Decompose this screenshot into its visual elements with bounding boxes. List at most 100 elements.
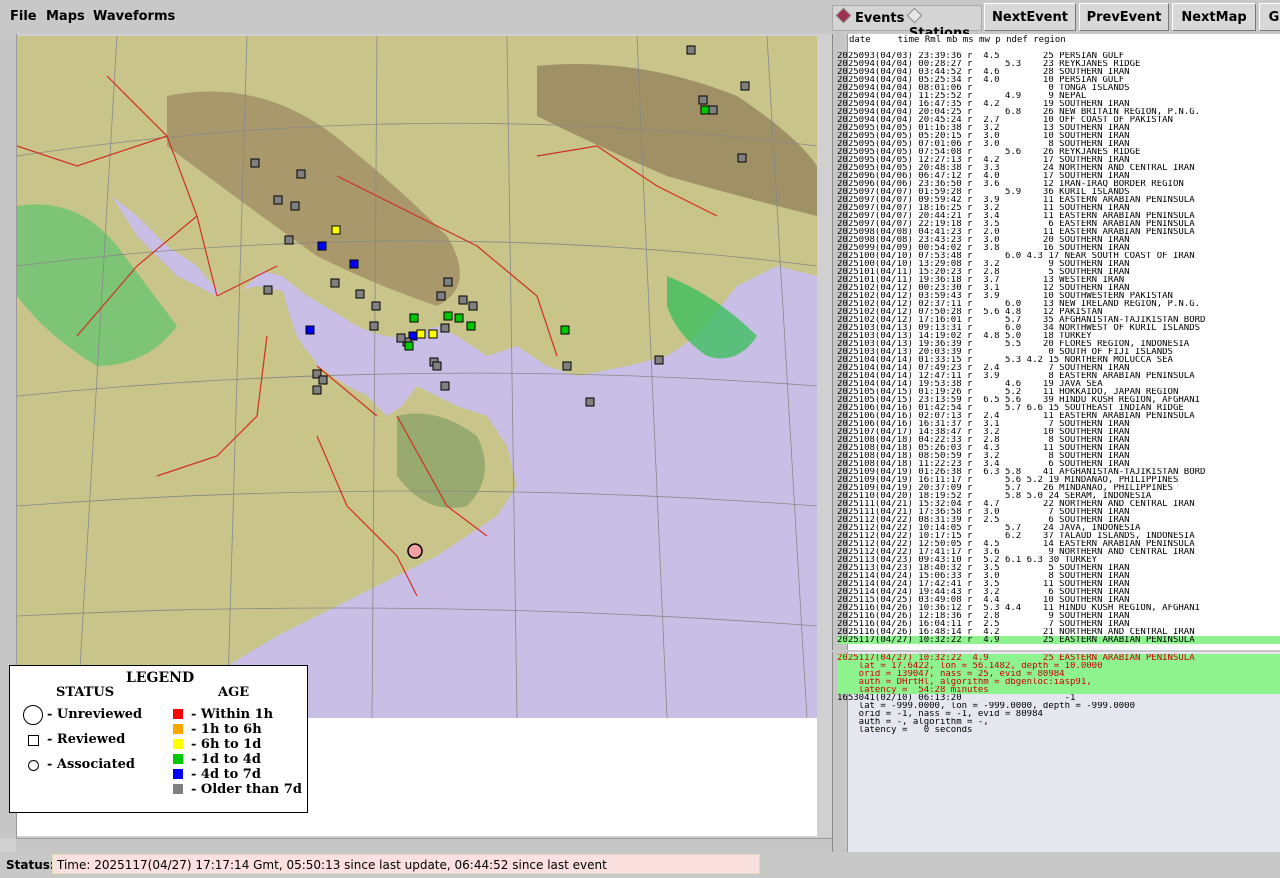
event-row[interactable]: 2025095(04/05) 01:16:38 r 3.2 13 SOUTHER… [837,124,1280,132]
event-row[interactable]: 2025098(04/08) 04:41:23 r 2.0 11 EASTERN… [837,228,1280,236]
menu-maps[interactable]: Maps [46,9,85,24]
menu-waveforms[interactable]: Waveforms [93,9,175,24]
event-row[interactable]: 2025112(04/22) 08:31:39 r 2.5 6 SOUTHERN… [837,516,1280,524]
legend-age-6h-1d: - 6h to 1d [191,737,262,752]
unreviewed-circle-icon [23,705,43,725]
event-row[interactable]: 2025095(04/05) 05:20:15 r 3.0 10 SOUTHER… [837,132,1280,140]
event-row[interactable]: 2025096(04/06) 23:36:50 r 3.6 12 IRAN-IR… [837,180,1280,188]
event-row[interactable]: 2025099(04/09) 00:54:02 r 3.8 16 SOUTHER… [837,244,1280,252]
legend-status-heading: STATUS [56,685,115,700]
detail-line: 2025117(04/27) 10:32:22 4.9 25 EASTERN A… [837,654,1195,662]
event-row[interactable]: 2025112(04/22) 10:14:05 r 5.7 24 JAVA, I… [837,524,1280,532]
event-row-selected[interactable]: 2025117(04/27) 10:32:22 r 4.9 25 EASTERN… [837,636,1280,644]
detail-line: latency = 54:28 minutes [837,686,989,694]
event-row[interactable]: 2025097(04/07) 22:19:18 r 3.5 6 EASTERN … [837,220,1280,228]
event-row[interactable]: 2025105(04/15) 01:19:26 r 5.2 11 HOKKAID… [837,388,1280,396]
event-row[interactable]: 2025094(04/04) 20:04:25 r 6.8 26 NEW BRI… [837,108,1280,116]
event-row[interactable]: 2025106(04/16) 02:07:13 r 2.4 11 EASTERN… [837,412,1280,420]
event-row[interactable]: 2025114(04/24) 17:42:41 r 3.5 11 SOUTHER… [837,580,1280,588]
event-list-header: date time Rml mb ms mw p ndef region [849,35,1066,45]
event-row[interactable]: 2025095(04/05) 07:54:08 r 5.6 26 REYKJAN… [837,148,1280,156]
detail-line: orid = 139047, nass = 25, evid = 80984 [837,670,1065,678]
event-row[interactable]: 2025108(04/18) 11:22:23 r 3.4 6 SOUTHERN… [837,460,1280,468]
event-row[interactable]: 2025108(04/18) 05:26:03 r 4.3 11 SOUTHER… [837,444,1280,452]
event-row[interactable]: 2025104(04/14) 01:33:15 r 5.3 4.2 15 NOR… [837,356,1280,364]
event-row[interactable]: 2025100(04/10) 07:53:48 r 6.0 4.3 17 NEA… [837,252,1280,260]
event-row[interactable]: 2025111(04/21) 15:32:04 r 4.7 22 NORTHER… [837,500,1280,508]
event-row[interactable]: 2025109(04/19) 20:37:09 r 5.7 26 MINDANA… [837,484,1280,492]
event-row[interactable]: 2025103(04/13) 20:03:39 r 0 SOUTH OF FIJ… [837,348,1280,356]
event-row[interactable]: 2025095(04/05) 12:27:13 r 4.2 17 SOUTHER… [837,156,1280,164]
event-row[interactable]: 2025104(04/14) 12:47:11 r 3.9 8 EASTERN … [837,372,1280,380]
events-radio[interactable]: Events [835,7,904,26]
event-row[interactable]: 2025112(04/22) 17:41:17 r 3.6 9 NORTHERN… [837,548,1280,556]
event-row[interactable]: 2025103(04/13) 19:36:39 r 5.5 20 FLORES … [837,340,1280,348]
event-row[interactable]: 2025109(04/19) 16:11:17 r 5.6 5.2 19 MIN… [837,476,1280,484]
event-row[interactable]: 2025098(04/08) 23:43:23 r 3.0 20 SOUTHER… [837,236,1280,244]
menu-file[interactable]: File [10,9,37,24]
event-row[interactable]: 2025095(04/05) 20:48:38 r 3.3 24 NORTHER… [837,164,1280,172]
event-row[interactable]: 2025097(04/07) 18:16:25 r 3.2 11 SOUTHER… [837,204,1280,212]
event-detail-body: 2025117(04/27) 10:32:22 4.9 25 EASTERN A… [837,654,1280,734]
event-row[interactable]: 2025094(04/04) 03:44:52 r 4.6 28 SOUTHER… [837,68,1280,76]
map-horizontal-scrollbar[interactable] [16,838,832,853]
event-row[interactable]: 2025093(04/03) 23:39:36 r 4.5 25 PERSIAN… [837,52,1280,60]
detail-line: auth = DHrtHl, algorithm = dbgenloc:iasp… [837,678,1092,686]
event-row[interactable]: 2025108(04/18) 08:50:59 r 3.2 8 SOUTHERN… [837,452,1280,460]
event-row[interactable]: 2025101(04/11) 15:20:23 r 2.8 5 SOUTHERN… [837,268,1280,276]
event-row[interactable]: 2025102(04/12) 17:16:01 r 5.7 35 AFGHANI… [837,316,1280,324]
event-row[interactable]: 2025116(04/26) 10:36:12 r 5.3 4.4 11 HIN… [837,604,1280,612]
associated-circle-icon [28,760,39,771]
event-row[interactable]: 2025094(04/04) 05:25:34 r 4.0 10 PERSIAN… [837,76,1280,84]
event-row[interactable]: 2025112(04/22) 12:50:05 r 4.5 14 EASTERN… [837,540,1280,548]
next-event-button[interactable]: NextEvent [984,3,1076,31]
event-row[interactable]: 2025110(04/20) 18:19:52 r 5.8 5.0 24 SER… [837,492,1280,500]
event-row[interactable]: 2025106(04/16) 16:31:37 r 3.1 7 SOUTHERN… [837,420,1280,428]
event-row[interactable]: 2025097(04/07) 09:59:42 r 3.9 11 EASTERN… [837,196,1280,204]
event-row[interactable]: 2025116(04/26) 16:48:14 r 4.2 21 NORTHER… [837,628,1280,636]
event-row[interactable]: 2025094(04/04) 00:28:27 r 5.3 23 REYKJAN… [837,60,1280,68]
event-row[interactable]: 2025109(04/19) 01:26:38 r 6.3 5.8 41 AFG… [837,468,1280,476]
event-row[interactable]: 2025115(04/25) 03:49:08 r 4.4 10 SOUTHER… [837,596,1280,604]
event-row[interactable]: 2025100(04/10) 13:29:08 r 3.2 9 SOUTHERN… [837,260,1280,268]
event-row[interactable]: 2025094(04/04) 11:25:52 r 4.9 9 NEPAL [837,92,1280,100]
next-map-button[interactable]: NextMap [1172,3,1256,31]
event-row[interactable]: 2025114(04/24) 19:44:43 r 3.2 6 SOUTHERN… [837,588,1280,596]
prev-event-button[interactable]: PrevEvent [1079,3,1169,31]
event-row[interactable]: 2025111(04/21) 17:36:58 r 3.0 7 SOUTHERN… [837,508,1280,516]
event-row[interactable]: 2025116(04/26) 16:04:11 r 2.5 7 SOUTHERN… [837,620,1280,628]
event-row[interactable]: 2025103(04/13) 09:13:31 r 6.0 34 NORTHWE… [837,324,1280,332]
event-row[interactable]: 2025096(04/06) 06:47:12 r 4.0 17 SOUTHER… [837,172,1280,180]
event-row[interactable]: 2025095(04/05) 07:01:06 r 3.0 8 SOUTHERN… [837,140,1280,148]
detail-line: lat = -999.0000, lon = -999.0000, depth … [837,702,1136,710]
event-row[interactable]: 2025113(04/23) 18:40:32 r 3.5 5 SOUTHERN… [837,564,1280,572]
event-row[interactable]: 2025094(04/04) 16:47:35 r 4.2 19 SOUTHER… [837,100,1280,108]
event-row[interactable]: 2025102(04/12) 00:23:30 r 3.1 12 SOUTHER… [837,284,1280,292]
event-row[interactable]: 2025113(04/23) 09:43:10 r 5.2 6.1 6.3 30… [837,556,1280,564]
legend-age-1h-6h: - 1h to 6h [191,722,262,737]
event-row[interactable]: 2025104(04/14) 19:53:38 r 4.6 19 JAVA SE… [837,380,1280,388]
legend-age-heading: AGE [218,685,250,700]
event-row[interactable]: 2025112(04/22) 10:17:15 r 6.2 37 TALAUD … [837,532,1280,540]
map-canvas[interactable] [17,36,817,718]
age-4d-7d-swatch [173,769,183,779]
age-within-1h-swatch [173,709,183,719]
event-row[interactable]: 2025107(04/17) 14:38:47 r 3.2 10 SOUTHER… [837,428,1280,436]
event-row[interactable]: 2025097(04/07) 01:59:28 r 5.9 36 KURIL I… [837,188,1280,196]
event-row[interactable]: 2025116(04/26) 12:18:36 r 2.8 9 SOUTHERN… [837,612,1280,620]
event-row[interactable]: 2025094(04/04) 08:01:06 r 0 TONGA ISLAND… [837,84,1280,92]
legend-status-reviewed: - Reviewed [47,732,126,747]
event-row[interactable]: 2025102(04/12) 02:37:11 r 6.0 13 NEW IRE… [837,300,1280,308]
event-row[interactable]: 2025114(04/24) 15:06:33 r 3.0 8 SOUTHERN… [837,572,1280,580]
event-row[interactable]: 2025094(04/04) 20:45:24 r 2.7 10 OFF COA… [837,116,1280,124]
event-row[interactable]: 2025105(04/15) 23:13:59 r 6.5 5.6 39 HIN… [837,396,1280,404]
event-row[interactable]: 2025102(04/12) 03:59:43 r 3.9 10 SOUTHWE… [837,292,1280,300]
cut-button[interactable]: G [1259,3,1280,31]
event-row[interactable]: 2025101(04/11) 19:36:18 r 3.7 13 WESTERN… [837,276,1280,284]
event-row[interactable]: 2025097(04/07) 20:44:21 r 3.4 11 EASTERN… [837,212,1280,220]
event-row[interactable]: 2025108(04/18) 04:22:33 r 2.8 8 SOUTHERN… [837,436,1280,444]
event-row[interactable]: 2025102(04/12) 07:50:28 r 5.6 4.8 12 PAK… [837,308,1280,316]
event-row[interactable]: 2025103(04/13) 14:19:02 r 4.8 5.0 18 TUR… [837,332,1280,340]
event-row[interactable]: 2025106(04/16) 01:42:54 r 5.7 6.6 15 SOU… [837,404,1280,412]
event-row[interactable]: 2025104(04/14) 07:49:23 r 2.4 7 SOUTHERN… [837,364,1280,372]
